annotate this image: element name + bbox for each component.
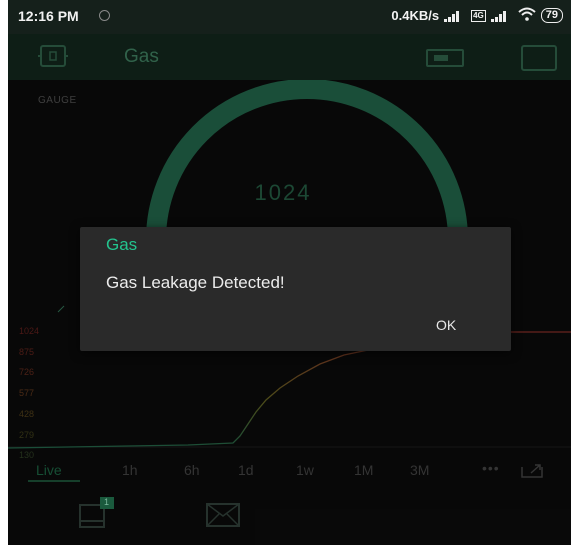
status-time: 12:16 PM (18, 8, 79, 24)
status-bar: 12:16 PM • 0.4KB/s 4G 79 (8, 0, 571, 34)
ok-button[interactable]: OK (430, 315, 462, 335)
alert-dialog: Gas Gas Leakage Detected! OK (80, 227, 511, 351)
app-screen: 12:16 PM • 0.4KB/s 4G 79 Gas GAUGE 1024 (8, 0, 571, 545)
signal-icon (444, 10, 466, 22)
wifi-icon (518, 7, 536, 24)
status-right: 0.4KB/s 4G 79 (391, 7, 563, 24)
notification-dot-icon: • (99, 10, 110, 21)
dialog-message: Gas Leakage Detected! (106, 273, 285, 292)
network-speed: 0.4KB/s (391, 8, 440, 23)
battery-icon: 79 (540, 8, 563, 23)
volte-icon: 4G (471, 9, 486, 22)
dialog-title: Gas (106, 235, 138, 254)
battery-level: 79 (545, 9, 558, 21)
signal-icon-2 (490, 10, 513, 22)
